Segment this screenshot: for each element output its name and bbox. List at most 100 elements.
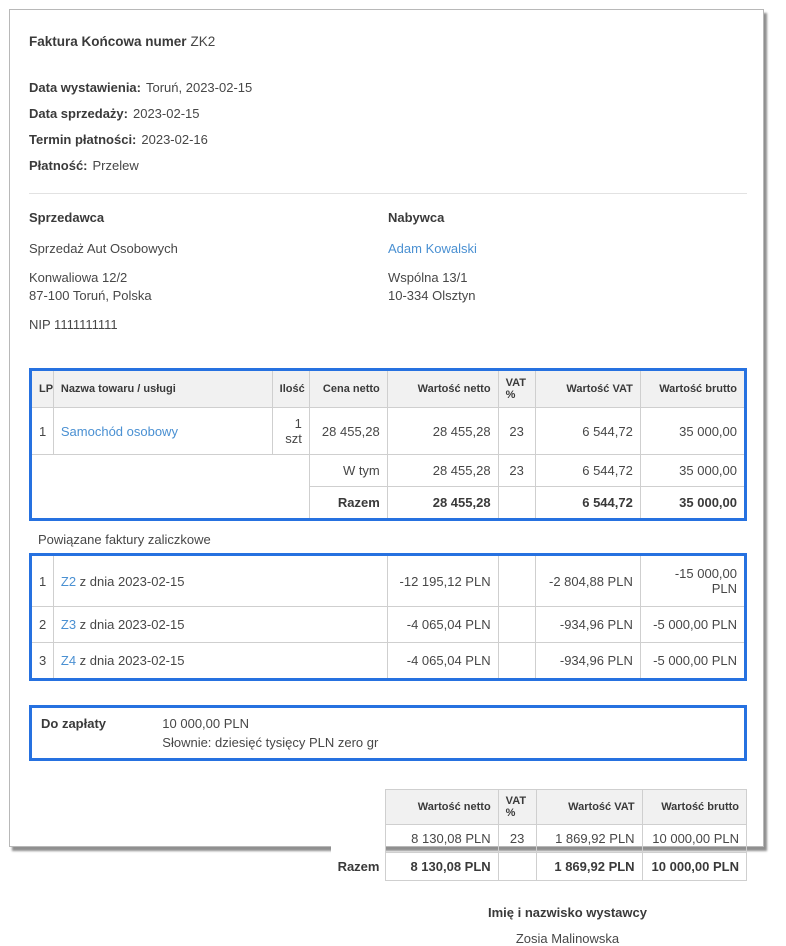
items-total-gross: 35 000,00 bbox=[639, 486, 747, 520]
col-header-qty: Ilość bbox=[271, 369, 310, 408]
issuer-signature-name: Zosia Malinowska bbox=[515, 931, 620, 946]
item-qty: 1 szt bbox=[271, 407, 310, 455]
advance-net: -4 065,04 PLN bbox=[386, 642, 499, 680]
w-tym-vat-rate: 23 bbox=[497, 454, 536, 487]
summary-gross: 10 000,00 PLN bbox=[641, 824, 748, 853]
summary-row-spacer bbox=[330, 824, 386, 853]
buyer-name-link[interactable]: Adam Kowalski bbox=[388, 241, 477, 256]
payment-deadline-line: Termin płatności: 2023-02-16 bbox=[29, 127, 747, 153]
items-total-vat-rate-empty bbox=[497, 486, 536, 520]
invoice-meta: Data wystawienia: Toruń, 2023-02-15 Data … bbox=[29, 75, 747, 179]
invoice-items-table: LP Nazwa towaru / usługi Ilość Cena nett… bbox=[29, 368, 747, 521]
item-gross: 35 000,00 bbox=[639, 407, 747, 455]
summary-col-net: Wartość netto bbox=[384, 789, 499, 825]
summary-header-spacer bbox=[330, 789, 386, 825]
sale-date-label: Data sprzedaży: bbox=[29, 106, 128, 121]
buyer-heading: Nabywca bbox=[388, 210, 445, 225]
issue-date-line: Data wystawienia: Toruń, 2023-02-15 bbox=[29, 75, 747, 101]
seller-name: Sprzedaż Aut Osobowych bbox=[29, 241, 178, 256]
advance-net: -4 065,04 PLN bbox=[386, 606, 499, 643]
summary-vat-rate: 23 bbox=[497, 824, 537, 853]
advance-vat-rate-empty bbox=[497, 554, 536, 607]
summary-total-label: Razem bbox=[330, 852, 386, 881]
vat-summary-section: Wartość netto VAT % Wartość VAT Wartość … bbox=[29, 789, 748, 881]
buyer-address-line1: Wspólna 13/1 bbox=[388, 270, 468, 285]
seller-nip: NIP 1111111111 bbox=[29, 317, 118, 332]
payment-deadline-value: 2023-02-16 bbox=[141, 132, 208, 147]
advance-lp: 2 bbox=[30, 606, 54, 643]
items-header-row: LP Nazwa towaru / usługi Ilość Cena nett… bbox=[30, 369, 747, 408]
items-total-net: 28 455,28 bbox=[386, 486, 499, 520]
summary-value-row: 8 130,08 PLN 23 1 869,92 PLN 10 000,00 P… bbox=[330, 824, 748, 853]
sale-date-line: Data sprzedaży: 2023-02-15 bbox=[29, 101, 747, 127]
summary-net: 8 130,08 PLN bbox=[384, 824, 499, 853]
col-header-net: Wartość netto bbox=[386, 369, 499, 408]
summary-col-gross: Wartość brutto bbox=[641, 789, 748, 825]
advance-vat: -934,96 PLN bbox=[534, 642, 641, 680]
w-tym-label: W tym bbox=[308, 454, 388, 487]
col-header-unit-net: Cena netto bbox=[308, 369, 388, 408]
summary-total-gross: 10 000,00 PLN bbox=[641, 852, 748, 881]
advance-invoice-link[interactable]: Z3 bbox=[61, 617, 76, 632]
items-empty-cell bbox=[30, 454, 310, 520]
w-tym-gross: 35 000,00 bbox=[639, 454, 747, 487]
item-row: 1 Samochód osobowy 1 szt 28 455,28 28 45… bbox=[30, 407, 747, 455]
invoice-number: ZK2 bbox=[190, 34, 216, 49]
parties-section: Sprzedawca Sprzedaż Aut Osobowych Konwal… bbox=[29, 210, 747, 332]
col-header-gross: Wartość brutto bbox=[639, 369, 747, 408]
payment-deadline-label: Termin płatności: bbox=[29, 132, 137, 147]
summary-total-net: 8 130,08 PLN bbox=[384, 852, 499, 881]
item-lp: 1 bbox=[30, 407, 54, 455]
issue-date-label: Data wystawienia: bbox=[29, 80, 141, 95]
col-header-vat: Wartość VAT bbox=[534, 369, 641, 408]
col-header-name: Nazwa towaru / usługi bbox=[52, 369, 273, 408]
summary-col-vat-rate: VAT % bbox=[497, 789, 537, 825]
w-tym-row: W tym 28 455,28 23 6 544,72 35 000,00 bbox=[30, 454, 747, 520]
buyer-block: Nabywca Adam Kowalski Wspólna 13/1 10-33… bbox=[388, 210, 747, 332]
seller-heading: Sprzedawca bbox=[29, 210, 105, 225]
payment-method-label: Płatność: bbox=[29, 158, 88, 173]
advance-net: -12 195,12 PLN bbox=[386, 554, 499, 607]
advance-row: 2 Z3 z dnia 2023-02-15 -4 065,04 PLN -93… bbox=[30, 606, 747, 643]
items-total-vat: 6 544,72 bbox=[534, 486, 641, 520]
advance-invoice-link[interactable]: Z2 bbox=[61, 574, 76, 589]
summary-col-vat: Wartość VAT bbox=[535, 789, 643, 825]
advance-vat: -2 804,88 PLN bbox=[534, 554, 641, 607]
seller-address-line2: 87-100 Toruń, Polska bbox=[29, 288, 152, 303]
item-unit-net: 28 455,28 bbox=[308, 407, 388, 455]
advance-invoice-link[interactable]: Z4 bbox=[61, 653, 76, 668]
advance-row-text: z dnia 2023-02-15 bbox=[79, 617, 185, 632]
summary-header-row: Wartość netto VAT % Wartość VAT Wartość … bbox=[330, 789, 748, 825]
advance-invoices-heading: Powiązane faktury zaliczkowe bbox=[38, 532, 211, 547]
advance-row-text: z dnia 2023-02-15 bbox=[79, 653, 185, 668]
advance-lp: 3 bbox=[30, 642, 54, 680]
section-divider bbox=[29, 193, 747, 194]
advance-row-text: z dnia 2023-02-15 bbox=[79, 573, 185, 589]
w-tym-vat: 6 544,72 bbox=[534, 454, 641, 487]
summary-total-vat: 1 869,92 PLN bbox=[535, 852, 643, 881]
summary-total-row: Razem 8 130,08 PLN 1 869,92 PLN 10 000,0… bbox=[330, 852, 748, 881]
item-net: 28 455,28 bbox=[386, 407, 499, 455]
seller-block: Sprzedawca Sprzedaż Aut Osobowych Konwal… bbox=[29, 210, 388, 332]
advance-row: 3 Z4 z dnia 2023-02-15 -4 065,04 PLN -93… bbox=[30, 642, 747, 680]
item-name-link[interactable]: Samochód osobowy bbox=[61, 424, 178, 439]
issue-date-value: Toruń, 2023-02-15 bbox=[146, 80, 253, 95]
item-vat-rate: 23 bbox=[497, 407, 536, 455]
seller-address-line1: Konwaliowa 12/2 bbox=[29, 270, 128, 285]
item-vat: 6 544,72 bbox=[534, 407, 641, 455]
advance-row: 1 Z2 z dnia 2023-02-15 -12 195,12 PLN -2… bbox=[30, 554, 747, 607]
page-title: Faktura Końcowa numer ZK2 bbox=[29, 34, 747, 49]
payment-due-label: Do zapłaty bbox=[41, 716, 107, 731]
payment-due-box: Do zapłaty 10 000,00 PLN Słownie: dziesi… bbox=[29, 705, 747, 761]
vat-summary-table: Wartość netto VAT % Wartość VAT Wartość … bbox=[330, 789, 748, 881]
advance-vat-rate-empty bbox=[497, 642, 536, 680]
invoice-page: Faktura Końcowa numer ZK2 Data wystawieni… bbox=[9, 9, 764, 946]
issuer-signature-block: Imię i nazwisko wystawcy Zosia Malinowsk… bbox=[388, 905, 747, 946]
payment-method-value: Przelew bbox=[92, 158, 139, 173]
advance-gross: -15 000,00 PLN bbox=[639, 554, 747, 607]
advance-gross: -5 000,00 PLN bbox=[639, 606, 747, 643]
w-tym-net: 28 455,28 bbox=[386, 454, 499, 487]
advance-vat-rate-empty bbox=[497, 606, 536, 643]
advance-invoices-table: 1 Z2 z dnia 2023-02-15 -12 195,12 PLN -2… bbox=[29, 553, 747, 681]
invoice-title-label: Faktura Końcowa numer bbox=[29, 34, 187, 49]
